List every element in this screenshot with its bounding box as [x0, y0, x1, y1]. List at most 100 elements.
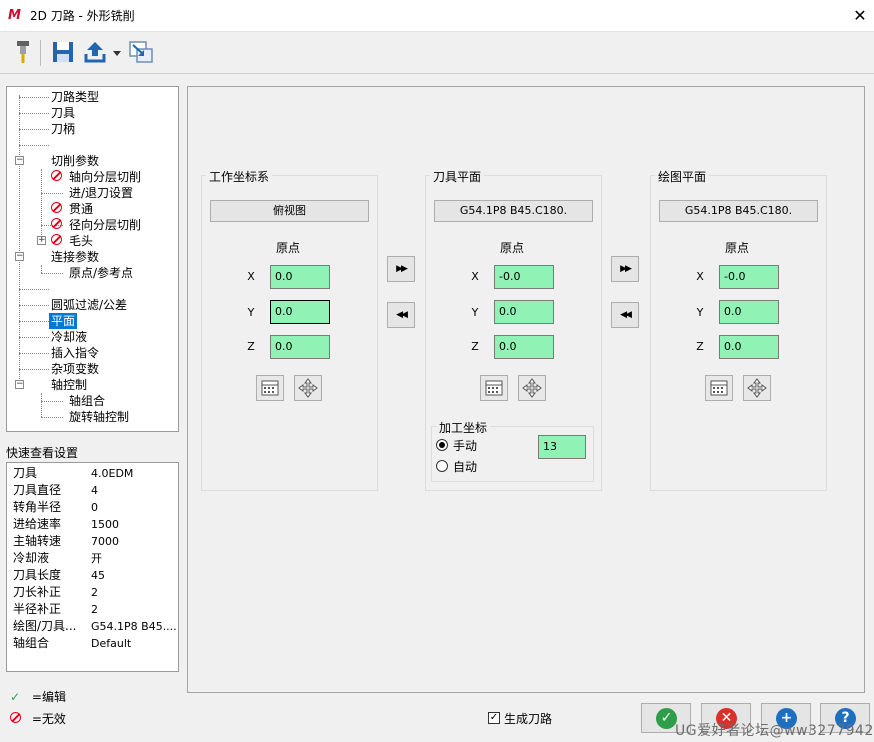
axis-y-label: Y	[471, 306, 479, 319]
tree-item-misc-values[interactable]: 杂项变数	[51, 361, 99, 377]
quick-key: 刀长补正	[13, 585, 62, 599]
tree-connector	[19, 321, 49, 322]
tool-plane-view-button[interactable]: G54.1P8 B45.C180.	[434, 200, 593, 222]
expand-burr-icon[interactable]: +	[37, 236, 46, 245]
copy-to-right-button[interactable]: ▶▶	[611, 256, 639, 282]
quick-key: 主轴转速	[13, 534, 62, 548]
move-select-icon[interactable]	[518, 375, 546, 401]
move-select-icon[interactable]	[294, 375, 322, 401]
planes-page: 工作坐标系 俯视图 原点 X 0.0 Y 0.0 Z 0.0 ▶▶ ◀◀ 刀具平…	[187, 86, 865, 693]
tree-item-canned-text[interactable]: 插入指令	[51, 345, 99, 361]
manual-radio[interactable]	[436, 439, 448, 451]
tree-connector	[19, 305, 49, 306]
collapse-axis-control-icon[interactable]: −	[15, 380, 24, 389]
tree-guide-line	[19, 95, 20, 385]
tree-guide-line	[41, 265, 42, 273]
app-logo-icon: M	[8, 8, 21, 23]
tree-connector	[19, 369, 49, 370]
work-offset-field[interactable]: 13	[538, 435, 586, 459]
wcs-x-field[interactable]: 0.0	[270, 265, 330, 289]
copy-to-left-button[interactable]: ◀◀	[611, 302, 639, 328]
work-offset-group: 加工坐标 手动 自动 13	[431, 419, 594, 482]
tree-item-rotary-axis[interactable]: 旋转轴控制	[69, 409, 129, 425]
legend-invalid: =无效	[10, 710, 66, 727]
tree-item-linking[interactable]: 连接参数	[51, 249, 99, 265]
quick-value: 1500	[91, 518, 119, 531]
invalid-icon	[51, 234, 62, 245]
construction-plane-view-button[interactable]: G54.1P8 B45.C180.	[659, 200, 818, 222]
checkmark-icon: ✓	[10, 690, 21, 704]
tree-item-depth-cuts[interactable]: 轴向分层切削	[69, 169, 141, 185]
auto-label: 自动	[453, 460, 478, 474]
tree-connector	[41, 401, 63, 402]
axis-z-label: Z	[696, 340, 704, 353]
tree-item-arc-filter[interactable]: 圆弧过滤/公差	[51, 297, 127, 313]
tool-plane-y-field[interactable]: 0.0	[494, 300, 554, 324]
tree-connector	[19, 289, 49, 290]
copy-to-left-button[interactable]: ◀◀	[387, 302, 415, 328]
quick-value: 开	[91, 552, 102, 565]
quick-key: 冷却液	[13, 551, 50, 565]
ok-icon: ✓	[656, 708, 677, 729]
chevron-down-icon[interactable]	[112, 47, 122, 57]
tree-item-home-ref[interactable]: 原点/参考点	[69, 265, 133, 281]
tree-connector	[41, 273, 63, 274]
construction-plane-origin-label: 原点	[725, 241, 750, 255]
tree-item-axis-combination[interactable]: 轴组合	[69, 393, 105, 409]
invalid-icon	[51, 170, 62, 181]
construction-plane-group: 绘图平面 G54.1P8 B45.C180. 原点 X -0.0 Y 0.0 Z…	[650, 168, 827, 491]
tree-item-multi-passes[interactable]: 径向分层切削	[69, 217, 141, 233]
tree-item-break-through[interactable]: 贯通	[69, 201, 93, 217]
axis-x-label: X	[471, 270, 479, 283]
collapse-cut-params-icon[interactable]: −	[15, 156, 24, 165]
tree-item-tool[interactable]: 刀具	[51, 105, 75, 121]
tree-connector	[19, 129, 49, 130]
close-icon[interactable]: ✕	[850, 5, 870, 27]
construction-plane-z-field[interactable]: 0.0	[719, 335, 779, 359]
axis-z-label: Z	[247, 340, 255, 353]
move-select-icon[interactable]	[743, 375, 771, 401]
copy-to-right-button[interactable]: ▶▶	[387, 256, 415, 282]
export-icon[interactable]	[82, 39, 108, 65]
save-icon[interactable]	[50, 39, 76, 65]
parameter-tree: − + − − 刀路类型 刀具 刀柄 切削参数 轴向分层切削 进/退刀设置 贯通…	[6, 86, 179, 432]
work-offset-title: 加工坐标	[436, 419, 491, 436]
select-from-list-icon[interactable]	[705, 375, 733, 401]
select-from-list-icon[interactable]	[256, 375, 284, 401]
wcs-z-field[interactable]: 0.0	[270, 335, 330, 359]
invalid-icon	[51, 218, 62, 229]
tree-item-toolpath-type[interactable]: 刀路类型	[51, 89, 99, 105]
tool-plane-title: 刀具平面	[430, 168, 485, 185]
generate-toolpath-checkbox[interactable]: ✓	[488, 712, 500, 724]
wcs-y-field[interactable]: 0.0	[270, 300, 330, 324]
tree-item-cut-params[interactable]: 切削参数	[51, 153, 99, 169]
quick-view-panel: 刀具 4.0EDM 刀具直径 4 转角半径 0 进给速率 1500 主轴转速 7000 冷…	[6, 462, 179, 672]
wcs-view-button[interactable]: 俯视图	[210, 200, 369, 222]
watermark: UG爱好者论坛@ww327794217	[675, 723, 874, 739]
tree-item-holder[interactable]: 刀柄	[51, 121, 75, 137]
collapse-linking-icon[interactable]: −	[15, 252, 24, 261]
wcs-origin-label: 原点	[276, 241, 301, 255]
tool-plane-z-field[interactable]: 0.0	[494, 335, 554, 359]
tool-holder-icon[interactable]	[10, 39, 36, 65]
axis-y-label: Y	[247, 306, 255, 319]
select-from-list-icon[interactable]	[480, 375, 508, 401]
axis-x-label: X	[247, 270, 255, 283]
legend-edit: ✓ =编辑	[10, 688, 66, 705]
tree-item-axis-control[interactable]: 轴控制	[51, 377, 87, 393]
tree-item-lead-in-out[interactable]: 进/退刀设置	[69, 185, 133, 201]
invalid-icon	[10, 712, 22, 724]
quick-value: 4	[91, 484, 98, 497]
tree-guide-line	[41, 393, 42, 417]
axis-x-label: X	[696, 270, 704, 283]
tree-connector	[19, 113, 49, 114]
construction-plane-y-field[interactable]: 0.0	[719, 300, 779, 324]
minimize-dialog-icon[interactable]	[128, 39, 154, 65]
auto-radio[interactable]	[436, 460, 448, 472]
construction-plane-x-field[interactable]: -0.0	[719, 265, 779, 289]
tree-item-coolant[interactable]: 冷却液	[51, 329, 87, 345]
tree-item-planes[interactable]: 平面	[49, 313, 78, 329]
tree-connector	[19, 337, 49, 338]
tree-item-tabs[interactable]: 毛头	[69, 233, 93, 249]
tool-plane-x-field[interactable]: -0.0	[494, 265, 554, 289]
